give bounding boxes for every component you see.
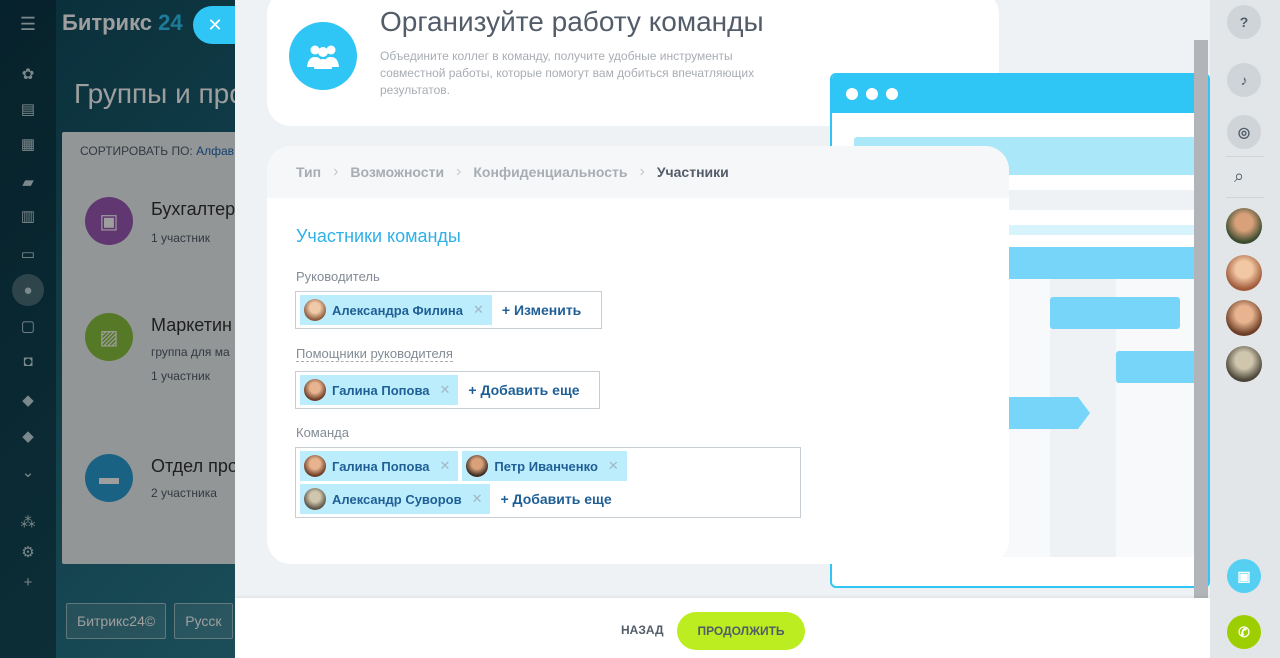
user-tag[interactable]: Александр Суворов ✕ xyxy=(300,484,491,514)
add-team-member-link[interactable]: + Добавить еще xyxy=(500,491,611,507)
close-slider-button[interactable]: ✕ xyxy=(193,6,237,44)
step-members[interactable]: Участники xyxy=(657,164,729,180)
avatar xyxy=(304,488,326,510)
avatar[interactable] xyxy=(1226,346,1262,382)
header-description: Объедините коллег в команду, получите уд… xyxy=(380,49,755,97)
user-tag-name: Галина Попова xyxy=(332,382,430,398)
remove-icon[interactable]: ✕ xyxy=(472,491,483,507)
avatar xyxy=(466,455,489,477)
avatar xyxy=(304,455,326,477)
remove-icon[interactable]: ✕ xyxy=(440,458,451,474)
footer: НАЗАД ПРОДОЛЖИТЬ xyxy=(235,598,1210,658)
chevron-right-icon: › xyxy=(639,163,645,180)
close-icon: ✕ xyxy=(207,14,223,35)
team-icon xyxy=(289,22,357,90)
continue-button[interactable]: ПРОДОЛЖИТЬ xyxy=(677,612,805,650)
chevron-right-icon: › xyxy=(456,163,462,180)
step-features[interactable]: Возможности xyxy=(350,164,444,180)
user-tag-name: Петр Иванченко xyxy=(494,458,598,474)
wizard-card: Тип › Возможности › Конфиденциальность ›… xyxy=(267,146,1009,564)
avatar xyxy=(304,379,326,401)
chevron-right-icon: › xyxy=(333,163,339,180)
moderators-label[interactable]: Помощники руководителя xyxy=(296,346,453,362)
wizard-steps: Тип › Возможности › Конфиденциальность ›… xyxy=(267,146,1009,198)
user-tag-name: Галина Попова xyxy=(332,458,430,474)
user-tag[interactable]: Петр Иванченко ✕ xyxy=(462,451,627,481)
search-icon[interactable]: ⌕ xyxy=(1234,166,1244,187)
avatar[interactable] xyxy=(1226,255,1262,291)
user-tag[interactable]: Галина Попова ✕ xyxy=(300,375,459,405)
remove-icon[interactable]: ✕ xyxy=(608,458,619,474)
team-field[interactable]: Галина Попова ✕ Петр Иванченко ✕ Алексан… xyxy=(295,447,801,518)
right-bar: ? ♪ ◎ ⌕ ▣ ✆ xyxy=(1210,0,1280,658)
user-tag-name: Александра Филина xyxy=(332,302,463,318)
avatar[interactable] xyxy=(1226,208,1262,244)
owner-label: Руководитель xyxy=(296,269,380,284)
illustration-window-bar xyxy=(832,75,1208,113)
add-moderator-link[interactable]: + Добавить еще xyxy=(468,382,579,398)
remove-icon[interactable]: ✕ xyxy=(440,382,451,398)
back-button[interactable]: НАЗАД xyxy=(621,623,664,637)
bell-icon[interactable]: ♪ xyxy=(1227,63,1261,97)
phone-icon[interactable]: ✆ xyxy=(1227,615,1261,649)
avatar[interactable] xyxy=(1226,300,1262,336)
step-privacy[interactable]: Конфиденциальность xyxy=(473,164,627,180)
messenger-icon[interactable]: ◎ xyxy=(1227,115,1261,149)
video-call-icon[interactable]: ▣ xyxy=(1227,559,1261,593)
team-label: Команда xyxy=(296,425,349,440)
step-type[interactable]: Тип xyxy=(296,164,321,180)
header-title: Организуйте работу команды xyxy=(380,6,764,37)
create-group-slider: Организуйте работу команды Объедините ко… xyxy=(235,0,1210,658)
moderators-field[interactable]: Галина Попова ✕ + Добавить еще xyxy=(295,371,600,409)
avatar xyxy=(304,299,326,321)
scrollbar[interactable] xyxy=(1194,40,1208,618)
user-tag[interactable]: Александра Филина ✕ xyxy=(300,295,492,325)
help-icon[interactable]: ? xyxy=(1227,5,1261,39)
user-tag-name: Александр Суворов xyxy=(332,491,462,507)
owner-field[interactable]: Александра Филина ✕ + Изменить xyxy=(295,291,602,329)
section-title: Участники команды xyxy=(296,226,461,246)
remove-icon[interactable]: ✕ xyxy=(473,302,484,318)
change-owner-link[interactable]: + Изменить xyxy=(502,302,581,318)
user-tag[interactable]: Галина Попова ✕ xyxy=(300,451,459,481)
